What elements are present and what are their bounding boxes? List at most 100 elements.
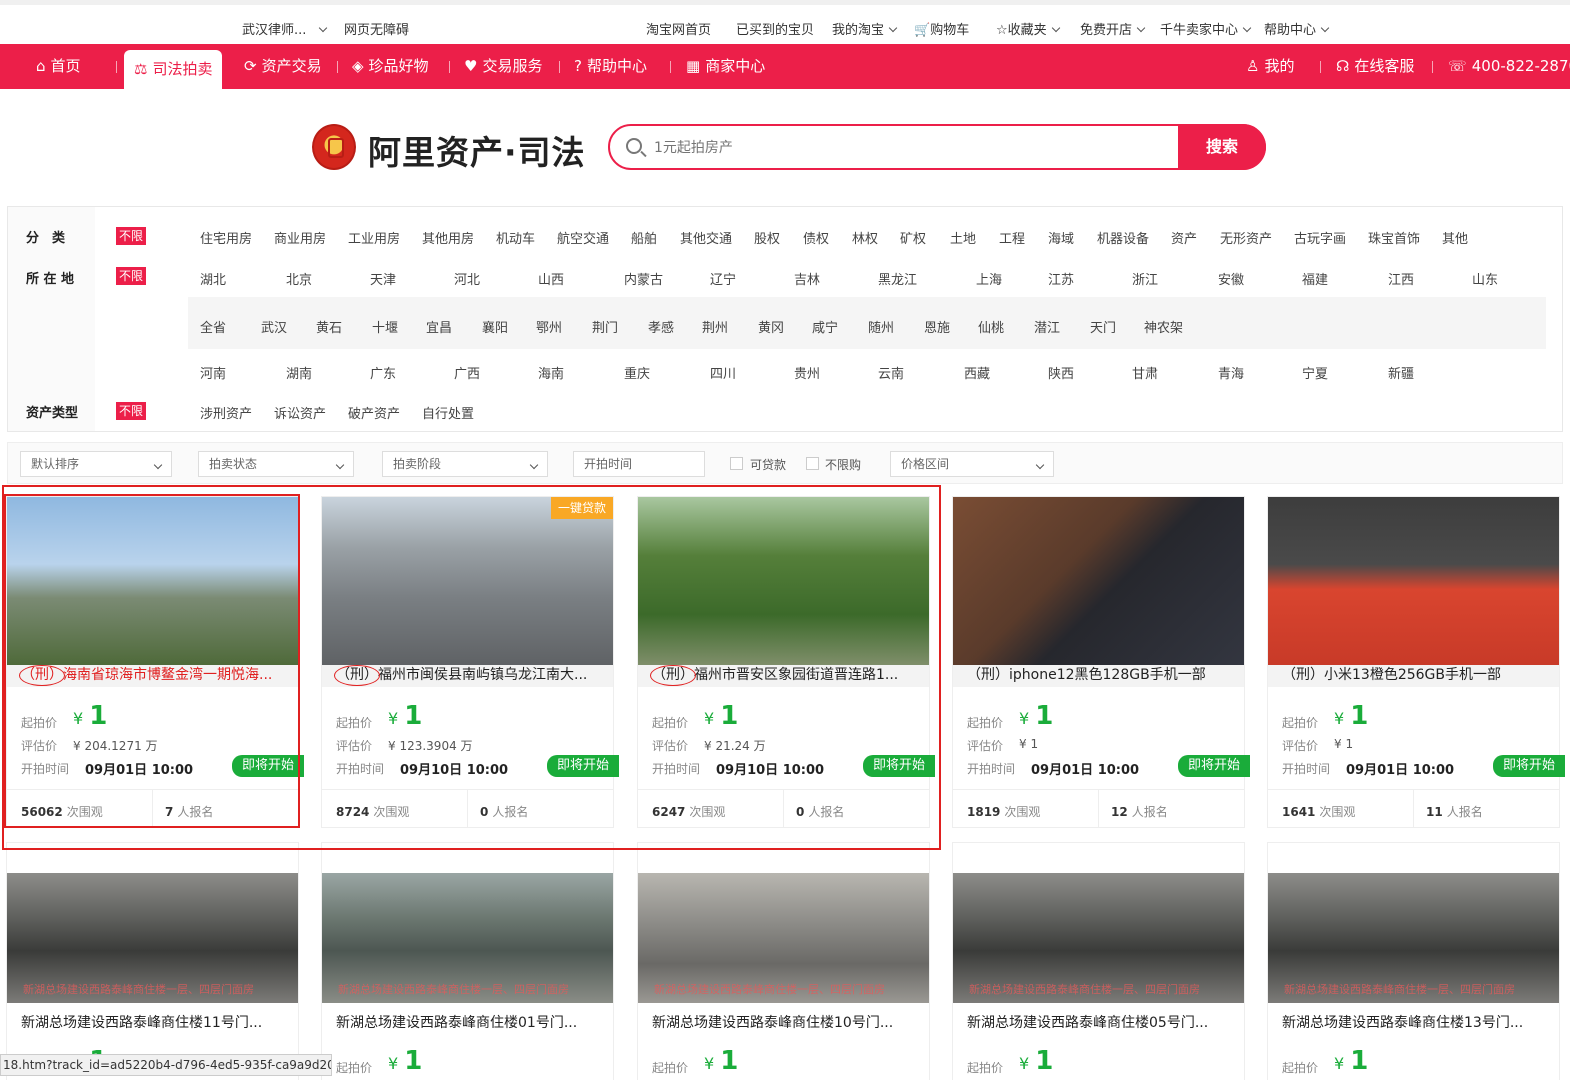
taobao-home-link[interactable]: 淘宝网首页 (646, 19, 711, 38)
brand-logo-text[interactable]: 阿里资产·司法 (368, 126, 586, 174)
province-option-more-4[interactable]: 海南 (538, 363, 564, 382)
category-option-7[interactable]: 其他交通 (680, 228, 732, 247)
price-range-select[interactable]: 价格区间 (890, 451, 1054, 477)
province-option-10[interactable]: 江苏 (1048, 269, 1074, 288)
auction-item-image[interactable] (322, 497, 613, 665)
province-option-9[interactable]: 上海 (976, 269, 1002, 288)
category-option-19[interactable]: 珠宝首饰 (1368, 228, 1420, 247)
asset-type-option-1[interactable]: 诉讼资产 (274, 403, 326, 422)
city-option-10[interactable]: 黄冈 (758, 317, 784, 336)
category-unlimited[interactable]: 不限 (116, 227, 146, 245)
auction-title[interactable]: 新湖总场建设西路泰峰商住楼11号门... (7, 1013, 298, 1035)
auction-stage-select[interactable]: 拍卖阶段 (382, 451, 548, 477)
auction-item-image[interactable]: 新湖总场建设西路泰峰商住楼一层、四层门面房 (322, 873, 613, 1003)
asset-type-option-2[interactable]: 破产资产 (348, 403, 400, 422)
auction-item-image[interactable]: 新湖总场建设西路泰峰商住楼一层、四层门面房 (7, 873, 298, 1003)
province-option-15[interactable]: 山东 (1472, 269, 1498, 288)
province-option-6[interactable]: 辽宁 (710, 269, 736, 288)
province-option-more-14[interactable]: 新疆 (1388, 363, 1414, 382)
province-option-more-3[interactable]: 广西 (454, 363, 480, 382)
province-option-2[interactable]: 天津 (370, 269, 396, 288)
accessibility-link[interactable]: 网页无障碍 (344, 19, 409, 38)
category-option-18[interactable]: 古玩字画 (1294, 228, 1346, 247)
search-button[interactable]: 搜索 (1178, 124, 1266, 170)
nav-phone[interactable]: ☏ 400-822-2870 (1448, 44, 1570, 89)
auction-card[interactable]: 新湖总场建设西路泰峰商住楼一层、四层门面房 新湖总场建设西路泰峰商住楼13号门..… (1268, 843, 1559, 1080)
nav-help-center[interactable]: ? 帮助中心 (574, 44, 647, 89)
province-option-1[interactable]: 北京 (286, 269, 312, 288)
auction-title[interactable]: （刑）iphone12黑色128GB手机一部 (953, 665, 1244, 687)
auction-card[interactable]: （刑）小米13橙色256GB手机一部 起拍价 ¥1 评估价 ¥ 1 开拍时间 09月01日 … (1268, 497, 1565, 828)
city-option-14[interactable]: 仙桃 (978, 317, 1004, 336)
nav-judicial-auction[interactable]: ⚖ 司法拍卖 (124, 50, 223, 89)
category-option-4[interactable]: 机动车 (496, 228, 535, 247)
category-option-14[interactable]: 海域 (1048, 228, 1074, 247)
auction-title[interactable]: 新湖总场建设西路泰峰商住楼10号门... (638, 1013, 929, 1035)
auction-item-image[interactable] (638, 497, 929, 665)
province-option-more-5[interactable]: 重庆 (624, 363, 650, 382)
category-option-0[interactable]: 住宅用房 (200, 228, 252, 247)
city-option-16[interactable]: 天门 (1090, 317, 1116, 336)
province-option-more-7[interactable]: 贵州 (794, 363, 820, 382)
province-option-more-6[interactable]: 四川 (710, 363, 736, 382)
city-option-4[interactable]: 宜昌 (426, 317, 452, 336)
province-option-13[interactable]: 福建 (1302, 269, 1328, 288)
city-option-6[interactable]: 鄂州 (536, 317, 562, 336)
province-option-14[interactable]: 江西 (1388, 269, 1414, 288)
province-option-more-8[interactable]: 云南 (878, 363, 904, 382)
category-option-2[interactable]: 工业用房 (348, 228, 400, 247)
nav-mine[interactable]: ♙ 我的 (1246, 44, 1294, 89)
location-selector[interactable]: 武汉律师... (242, 19, 328, 38)
auction-item-image[interactable] (953, 497, 1244, 665)
city-option-11[interactable]: 咸宁 (812, 317, 838, 336)
auction-title[interactable]: 新湖总场建设西路泰峰商住楼01号门... (322, 1013, 613, 1035)
purchased-link[interactable]: 已买到的宝贝 (736, 19, 814, 38)
city-option-9[interactable]: 荆州 (702, 317, 728, 336)
nav-trade-services[interactable]: ♥ 交易服务 (464, 44, 542, 89)
city-option-8[interactable]: 孝感 (648, 317, 674, 336)
province-option-more-10[interactable]: 陕西 (1048, 363, 1074, 382)
favorites-link[interactable]: ☆收藏夹 (996, 19, 1060, 38)
category-option-20[interactable]: 其他 (1442, 228, 1468, 247)
province-option-more-13[interactable]: 宁夏 (1302, 363, 1328, 382)
category-option-3[interactable]: 其他用房 (422, 228, 474, 247)
auction-title[interactable]: 新湖总场建设西路泰峰商住楼13号门... (1268, 1013, 1559, 1035)
category-option-13[interactable]: 工程 (999, 228, 1025, 247)
nav-asset-trading[interactable]: ⟳ 资产交易 (244, 44, 322, 89)
auction-card[interactable]: 新湖总场建设西路泰峰商住楼一层、四层门面房新湖总场建设西路泰峰商住楼10号门..… (638, 843, 929, 1080)
nav-online-service[interactable]: ☊ 在线客服 (1336, 44, 1414, 89)
province-option-more-1[interactable]: 湖南 (286, 363, 312, 382)
province-option-more-2[interactable]: 广东 (370, 363, 396, 382)
help-center-link[interactable]: 帮助中心 (1264, 19, 1330, 38)
auction-card[interactable]: 新湖总场建设西路泰峰商住楼一层、四层门面房新湖总场建设西路泰峰商住楼05号门..… (953, 843, 1244, 1080)
province-option-0[interactable]: 湖北 (200, 269, 226, 288)
nav-merchant-center[interactable]: ▦ 商家中心 (686, 44, 765, 89)
my-taobao-link[interactable]: 我的淘宝 (832, 19, 898, 38)
category-option-6[interactable]: 船舶 (631, 228, 657, 247)
auction-card[interactable]: 一键贷款 （刑）福州市闽侯县南屿镇乌龙江南大... 起拍价 ¥1 评估价 ¥ 123.39… (322, 497, 619, 828)
city-option-1[interactable]: 武汉 (261, 317, 287, 336)
location-unlimited[interactable]: 不限 (116, 267, 146, 285)
province-option-8[interactable]: 黑龙江 (878, 269, 917, 288)
auction-item-image[interactable]: 新湖总场建设西路泰峰商住楼一层、四层门面房 (638, 873, 929, 1003)
auction-item-image[interactable]: 新湖总场建设西路泰峰商住楼一层、四层门面房 (953, 873, 1244, 1003)
auction-card[interactable]: 新湖总场建设西路泰峰商住楼一层、四层门面房新湖总场建设西路泰峰商住楼01号门..… (322, 843, 613, 1080)
auction-status-select[interactable]: 拍卖状态 (198, 451, 354, 477)
category-option-16[interactable]: 资产 (1171, 228, 1197, 247)
city-option-13[interactable]: 恩施 (924, 317, 950, 336)
province-option-more-9[interactable]: 西藏 (964, 363, 990, 382)
seller-center-link[interactable]: 千牛卖家中心 (1160, 19, 1252, 38)
category-option-11[interactable]: 矿权 (900, 228, 926, 247)
city-option-0[interactable]: 全省 (200, 317, 226, 336)
loan-checkbox[interactable] (730, 457, 743, 470)
province-option-more-11[interactable]: 甘肃 (1132, 363, 1158, 382)
city-option-5[interactable]: 襄阳 (482, 317, 508, 336)
auction-card[interactable]: 新湖总场建设西路泰峰商住楼一层、四层门面房新湖总场建设西路泰峰商住楼11号门..… (7, 843, 298, 1080)
province-option-3[interactable]: 河北 (454, 269, 480, 288)
province-option-5[interactable]: 内蒙古 (624, 269, 663, 288)
province-option-4[interactable]: 山西 (538, 269, 564, 288)
category-option-10[interactable]: 林权 (852, 228, 878, 247)
auction-title[interactable]: 新湖总场建设西路泰峰商住楼05号门... (953, 1013, 1244, 1035)
city-option-7[interactable]: 荆门 (592, 317, 618, 336)
open-store-link[interactable]: 免费开店 (1080, 19, 1146, 38)
